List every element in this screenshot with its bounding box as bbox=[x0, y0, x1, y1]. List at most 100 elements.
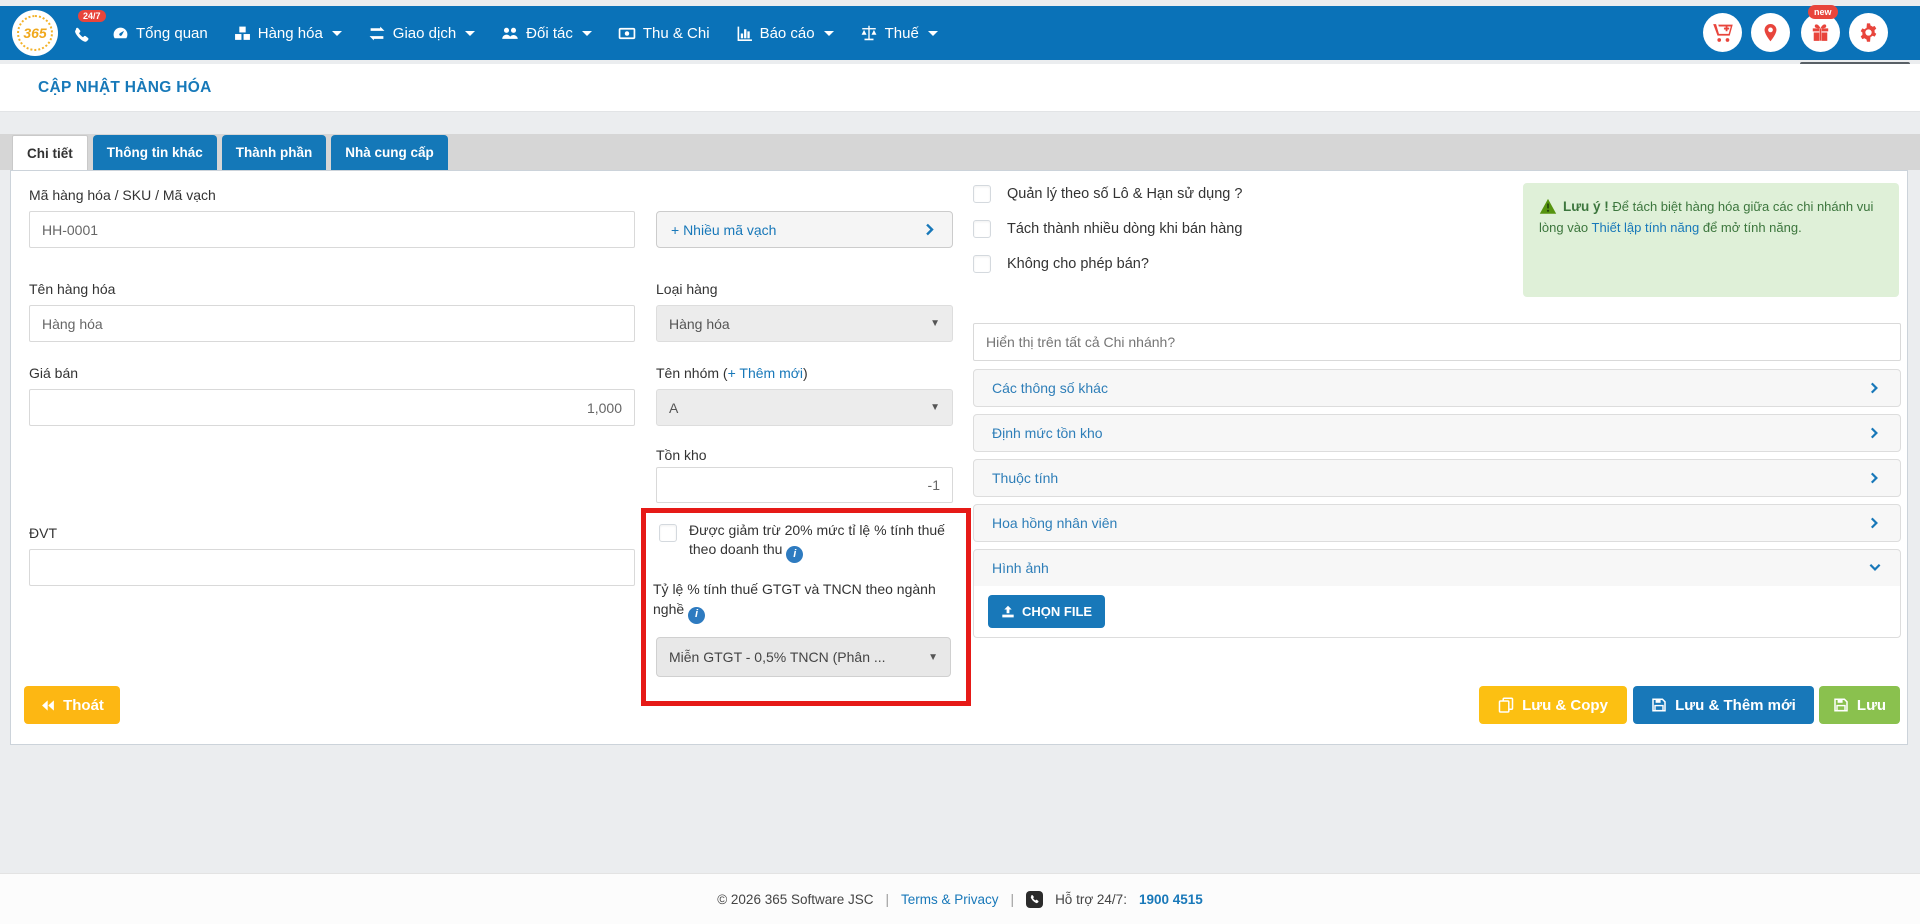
save-icon bbox=[1833, 697, 1849, 713]
unit-input[interactable] bbox=[29, 549, 635, 586]
warning-icon bbox=[1539, 198, 1557, 215]
gift-icon[interactable]: new bbox=[1801, 13, 1840, 52]
sku-input[interactable] bbox=[29, 211, 635, 248]
accordion-label: Hình ảnh bbox=[992, 560, 1049, 576]
tax-reduction-text: Được giảm trừ 20% mức tỉ lệ % tính thuế … bbox=[689, 522, 945, 557]
logo-text: 365 bbox=[23, 25, 46, 41]
menu-item-label: Báo cáo bbox=[760, 25, 815, 42]
save-and-copy-label: Lưu & Copy bbox=[1522, 697, 1608, 714]
tab-label: Thông tin khác bbox=[107, 145, 203, 160]
tax-rate-select[interactable]: Miễn GTGT - 0,5% TNCN (Phân ...▼ bbox=[656, 637, 951, 677]
price-label: Giá bán bbox=[29, 365, 78, 381]
branch-notice: Lưu ý ! Để tách biệt hàng hóa giữa các c… bbox=[1523, 183, 1899, 297]
type-select-value: Hàng hóa bbox=[669, 316, 730, 332]
accordion-dinh-muc-ton-kho[interactable]: Định mức tồn kho bbox=[973, 414, 1901, 452]
tab-label: Nhà cung cấp bbox=[345, 145, 434, 160]
tab-nha-cung-cap[interactable]: Nhà cung cấp bbox=[331, 135, 448, 170]
stock-label: Tồn kho bbox=[656, 447, 707, 463]
lot-expiry-checkbox[interactable] bbox=[973, 185, 991, 203]
menu-item-thu-chi[interactable]: Thu & Chi bbox=[618, 25, 710, 42]
menu-item-label: Đối tác bbox=[526, 25, 573, 42]
gauge-icon bbox=[112, 25, 129, 42]
save-and-copy-button[interactable]: Lưu & Copy bbox=[1479, 686, 1627, 724]
scales-icon bbox=[860, 24, 878, 42]
accordion-label: Các thông số khác bbox=[992, 380, 1108, 396]
menu-item-tong-quan[interactable]: Tổng quan bbox=[112, 25, 208, 42]
type-label: Loại hàng bbox=[656, 281, 718, 297]
notice-bold: Lưu ý ! bbox=[1563, 199, 1609, 214]
choose-file-label: CHỌN FILE bbox=[1022, 604, 1092, 619]
tax-rate-label: Tỷ lệ % tính thuế GTGT và TNCN theo ngàn… bbox=[653, 579, 948, 624]
group-select[interactable]: A▼ bbox=[656, 389, 953, 426]
chevron-down-icon bbox=[1868, 561, 1882, 575]
menu-item-doi-tac[interactable]: Đối tác bbox=[501, 25, 592, 42]
split-lines-label: Tách thành nhiều dòng khi bán hàng bbox=[1007, 221, 1242, 237]
add-group-link[interactable]: + Thêm mới bbox=[728, 365, 803, 381]
chevron-right-icon bbox=[1868, 381, 1882, 395]
cubes-icon bbox=[234, 25, 251, 42]
accordion-label: Thuộc tính bbox=[992, 470, 1058, 486]
exit-label: Thoát bbox=[63, 697, 104, 714]
support-phone-number[interactable]: 1900 4515 bbox=[1139, 892, 1203, 907]
save-button[interactable]: Lưu bbox=[1819, 686, 1900, 724]
exit-button[interactable]: Thoát bbox=[24, 686, 120, 724]
save-and-new-button[interactable]: Lưu & Thêm mới bbox=[1633, 686, 1814, 724]
product-name-label: Tên hàng hóa bbox=[29, 281, 115, 297]
menu-item-bao-cao[interactable]: Báo cáo bbox=[736, 25, 834, 42]
chevron-right-icon bbox=[1868, 426, 1882, 440]
type-select[interactable]: Hàng hóa▼ bbox=[656, 305, 953, 342]
product-name-input[interactable] bbox=[29, 305, 635, 342]
map-marker-icon[interactable] bbox=[1751, 13, 1790, 52]
gear-icon[interactable] bbox=[1849, 13, 1888, 52]
group-label-suffix: ) bbox=[803, 365, 808, 381]
save-icon bbox=[1651, 697, 1667, 713]
chevron-down-icon bbox=[928, 31, 938, 36]
info-icon[interactable]: i bbox=[688, 607, 705, 624]
info-icon[interactable]: i bbox=[786, 546, 803, 563]
menu-item-thue[interactable]: Thuế bbox=[860, 24, 938, 42]
accordion-thuoc-tinh[interactable]: Thuộc tính bbox=[973, 459, 1901, 497]
price-input[interactable] bbox=[29, 389, 635, 426]
phone-icon[interactable] bbox=[72, 26, 91, 50]
menu-item-hang-hoa[interactable]: Hàng hóa bbox=[234, 25, 342, 42]
feature-settings-link[interactable]: Thiết lập tính năng bbox=[1592, 220, 1700, 235]
exchange-icon bbox=[368, 25, 386, 42]
footer-separator: | bbox=[1011, 892, 1015, 907]
tab-thong-tin-khac[interactable]: Thông tin khác bbox=[93, 135, 217, 170]
caret-down-icon: ▼ bbox=[928, 652, 938, 663]
stock-input[interactable] bbox=[656, 467, 953, 503]
branch-visibility-input[interactable] bbox=[973, 323, 1901, 361]
footer-separator: | bbox=[886, 892, 890, 907]
tab-chi-tiet[interactable]: Chi tiết bbox=[12, 135, 88, 170]
multi-barcode-button[interactable]: + Nhiều mã vạch bbox=[656, 211, 953, 248]
page-header: CẬP NHẬT HÀNG HÓA bbox=[0, 64, 1920, 112]
tab-label: Thành phần bbox=[236, 145, 313, 160]
accordion-hoa-hong-nhan-vien[interactable]: Hoa hồng nhân viên bbox=[973, 504, 1901, 542]
page-title: CẬP NHẬT HÀNG HÓA bbox=[38, 79, 212, 97]
menu-item-label: Tổng quan bbox=[136, 25, 208, 42]
group-label: Tên nhóm (+ Thêm mới) bbox=[656, 365, 808, 381]
tax-reduction-checkbox[interactable] bbox=[659, 524, 677, 542]
save-and-new-label: Lưu & Thêm mới bbox=[1675, 697, 1796, 714]
accordion-hinh-anh[interactable]: Hình ảnh bbox=[973, 549, 1901, 587]
menu-item-label: Giao dịch bbox=[393, 25, 456, 42]
notice-text-2: để mở tính năng. bbox=[1699, 220, 1801, 235]
sku-label: Mã hàng hóa / SKU / Mã vạch bbox=[29, 187, 216, 203]
chart-icon bbox=[736, 25, 753, 42]
save-label: Lưu bbox=[1857, 697, 1886, 714]
accordion-cac-thong-so-khac[interactable]: Các thông số khác bbox=[973, 369, 1901, 407]
upload-icon bbox=[1001, 605, 1015, 619]
chevron-down-icon bbox=[332, 31, 342, 36]
product-form-panel: Mã hàng hóa / SKU / Mã vạch Tên hàng hóa… bbox=[10, 170, 1908, 745]
app-root: 365 24/7 Tổng quan Hàng hóa Giao dịch bbox=[0, 0, 1920, 924]
split-lines-checkbox[interactable] bbox=[973, 220, 991, 238]
menu-item-giao-dich[interactable]: Giao dịch bbox=[368, 25, 475, 42]
cart-plus-icon[interactable] bbox=[1703, 13, 1742, 52]
support-label: Hỗ trợ 24/7: bbox=[1055, 892, 1127, 907]
terms-privacy-link[interactable]: Terms & Privacy bbox=[901, 892, 999, 907]
tab-thanh-phan[interactable]: Thành phần bbox=[222, 135, 327, 170]
choose-file-button[interactable]: CHỌN FILE bbox=[988, 595, 1105, 628]
app-logo[interactable]: 365 bbox=[12, 10, 58, 56]
no-sale-checkbox[interactable] bbox=[973, 255, 991, 273]
tab-strip: Chi tiết Thông tin khác Thành phần Nhà c… bbox=[0, 134, 1920, 170]
